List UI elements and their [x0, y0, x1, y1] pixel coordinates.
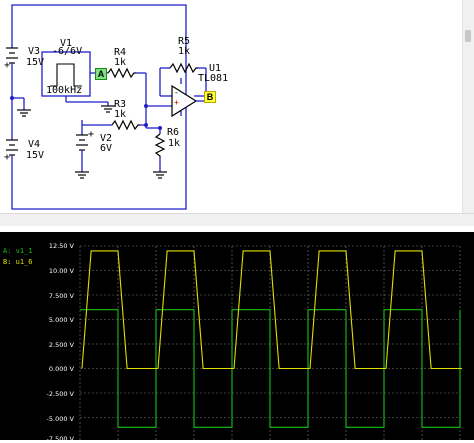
v3-value: 15V — [26, 57, 45, 68]
opamp-plus: + — [174, 98, 179, 107]
r5-value: 1k — [178, 46, 191, 57]
r6-value: 1k — [168, 138, 181, 149]
probe-a[interactable]: A — [95, 68, 107, 80]
v4-value: 15V — [26, 150, 45, 161]
horizontal-scrollbar[interactable] — [0, 213, 474, 226]
resistor-r3 — [111, 119, 140, 131]
scope-plot-area[interactable] — [0, 232, 474, 440]
circuit-diagram — [6, 4, 208, 210]
vertical-scroll-thumb[interactable] — [465, 30, 471, 42]
v4-name: V4 — [28, 139, 41, 150]
resistor-r5 — [169, 62, 198, 74]
v1-value: -6/6V — [52, 46, 83, 57]
r3-value: 1k — [114, 109, 127, 120]
v2-value: 6V — [100, 143, 113, 154]
v2-plus: + — [88, 129, 95, 140]
u1-model: TL081 — [198, 73, 229, 84]
opamp-minus: - — [174, 88, 179, 97]
v3-name: V3 — [28, 46, 41, 57]
resistor-r6 — [154, 133, 166, 158]
schematic-canvas[interactable]: V1 -6/6V 100kHz V3 15V + V4 15V + + V2 6… — [0, 0, 474, 232]
probe-b[interactable]: B — [204, 91, 216, 103]
resistor-r4 — [107, 67, 136, 79]
v1-freq: 100kHz — [46, 85, 83, 96]
r6-name: R6 — [167, 127, 180, 138]
oscilloscope-panel: A: v1_1 B: u1_6 12.50 V 10.00 V 7.500 V … — [0, 232, 474, 443]
v4-plus: + — [4, 152, 11, 163]
v3-plus: + — [4, 60, 11, 71]
r4-value: 1k — [114, 57, 127, 68]
